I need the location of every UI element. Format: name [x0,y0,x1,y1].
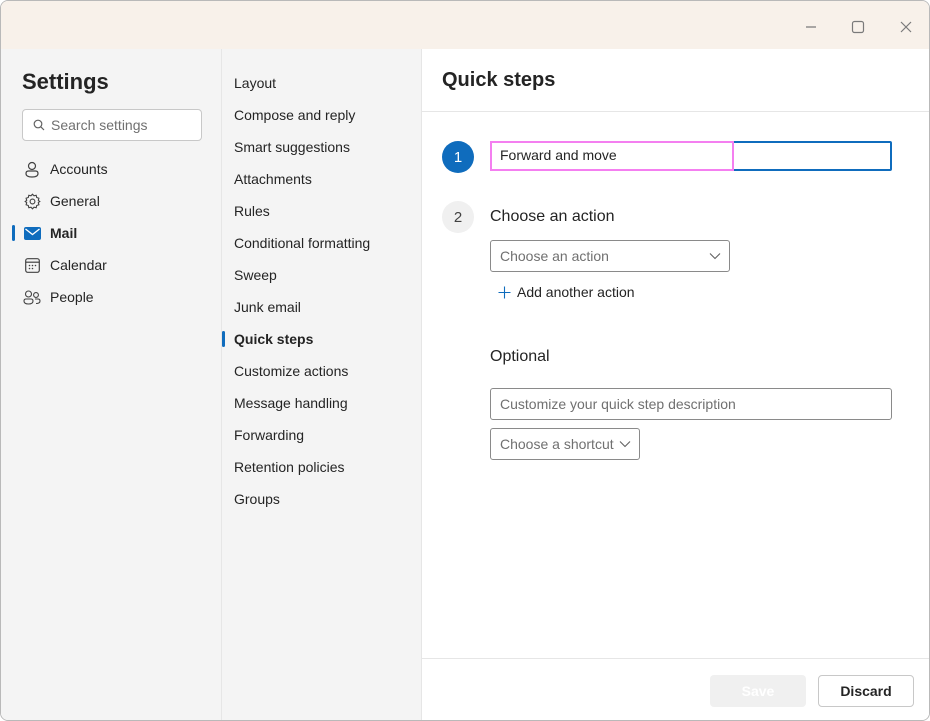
nav-item-layout[interactable]: Layout [222,67,421,99]
choose-shortcut-dropdown[interactable]: Choose a shortcut [490,428,640,460]
maximize-button[interactable] [846,15,870,39]
step-2-badge: 2 [442,201,474,233]
minimize-button[interactable] [799,15,823,39]
dropdown-placeholder: Choose a shortcut [500,436,614,452]
quick-steps-panel: Quick steps 1 2 Choose an action Choose … [422,49,929,720]
nav-item-junk-email[interactable]: Junk email [222,291,421,323]
gear-icon [23,192,41,210]
nav-item-quick-steps[interactable]: Quick steps [222,323,421,355]
nav-item-conditional-formatting[interactable]: Conditional formatting [222,227,421,259]
sidebar-item-calendar[interactable]: Calendar [1,249,221,281]
nav-item-forwarding[interactable]: Forwarding [222,419,421,451]
person-icon [23,160,41,178]
nav-item-attachments[interactable]: Attachments [222,163,421,195]
minimize-icon [806,26,816,28]
choose-action-dropdown[interactable]: Choose an action [490,240,730,272]
description-field[interactable] [490,388,892,420]
nav-item-message-handling[interactable]: Message handling [222,387,421,419]
add-another-action-button[interactable]: Add another action [498,282,635,302]
page-title: Quick steps [442,69,556,91]
description-input[interactable] [500,396,880,412]
close-button[interactable] [894,15,918,39]
nav-item-smart-suggestions[interactable]: Smart suggestions [222,131,421,163]
sidebar-item-label: General [50,193,100,209]
search-icon [33,119,45,131]
sidebar-item-mail[interactable]: Mail [1,217,221,249]
sidebar-item-people[interactable]: People [1,281,221,313]
panel-header: Quick steps [422,49,929,112]
search-input[interactable] [51,117,191,133]
chevron-down-icon [619,441,631,448]
nav-item-retention-policies[interactable]: Retention policies [222,451,421,483]
sidebar-item-label: Calendar [50,257,107,273]
settings-category-nav: Settings Accounts General Mail [1,49,222,720]
save-button[interactable]: Save [710,675,806,707]
calendar-icon [23,256,41,274]
quick-step-name-field[interactable] [490,141,892,171]
nav-item-compose-and-reply[interactable]: Compose and reply [222,99,421,131]
mail-icon [23,224,41,242]
nav-item-groups[interactable]: Groups [222,483,421,515]
discard-button[interactable]: Discard [818,675,914,707]
optional-label: Optional [490,348,550,365]
plus-icon [498,286,511,299]
sidebar-item-general[interactable]: General [1,185,221,217]
nav-item-sweep[interactable]: Sweep [222,259,421,291]
panel-footer: Save Discard [422,658,929,720]
settings-window: Settings Accounts General Mail [0,0,930,721]
sidebar-item-label: Accounts [50,161,108,177]
choose-action-label: Choose an action [490,208,615,225]
sidebar-item-label: People [50,289,94,305]
sidebar-item-label: Mail [50,225,78,241]
mail-settings-nav: Layout Compose and reply Smart suggestio… [222,49,422,720]
nav-item-rules[interactable]: Rules [222,195,421,227]
settings-title: Settings [22,69,109,94]
dropdown-placeholder: Choose an action [500,248,609,264]
chevron-down-icon [709,253,721,260]
maximize-icon [851,20,865,34]
nav-item-customize-actions[interactable]: Customize actions [222,355,421,387]
search-box[interactable] [22,109,202,141]
step-1-badge: 1 [442,141,474,173]
close-icon [900,21,912,33]
title-bar [1,1,929,49]
people-icon [23,288,41,306]
quick-step-name-input[interactable] [500,147,880,163]
sidebar-item-accounts[interactable]: Accounts [1,153,221,185]
add-action-label: Add another action [517,284,635,300]
